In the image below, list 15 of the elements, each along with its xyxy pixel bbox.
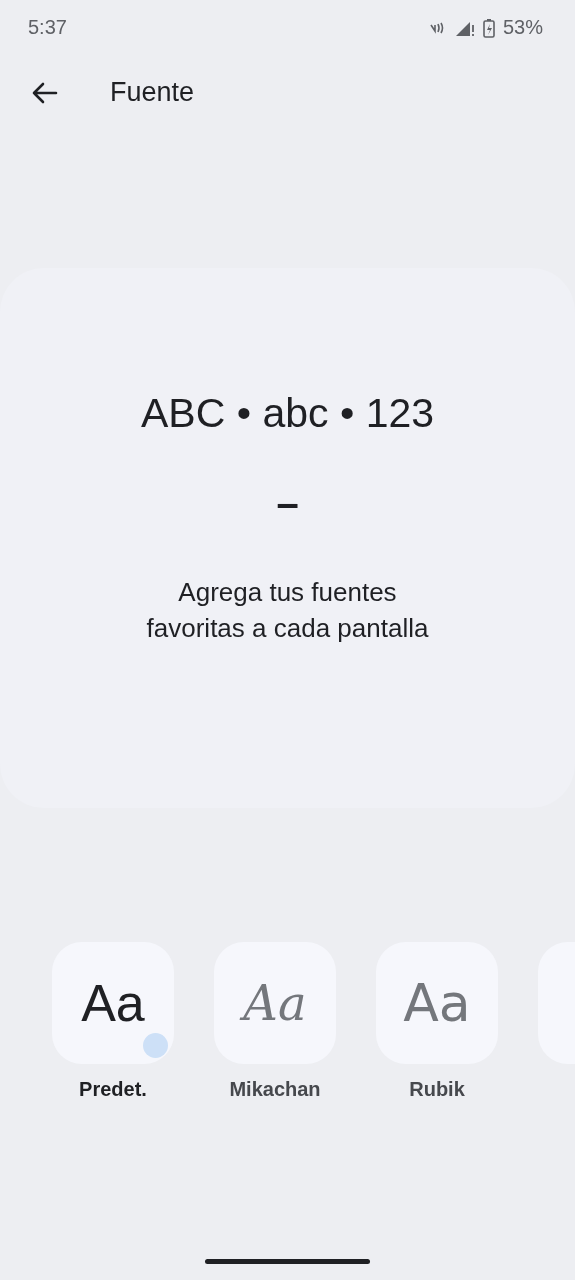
- font-label: Rubik: [409, 1078, 465, 1101]
- sample-text: ABC • abc • 123: [140, 390, 435, 437]
- preview-caption: Agrega tus fuentes favoritas a cada pantalla: [145, 576, 430, 645]
- font-tile[interactable]: Aa: [376, 942, 498, 1064]
- page-title: Fuente: [110, 77, 195, 108]
- font-label: Predet.: [79, 1078, 147, 1101]
- divider-dash: –: [276, 481, 299, 526]
- back-arrow-icon: [30, 80, 58, 105]
- status-time: 5:37: [28, 16, 67, 39]
- battery-icon: [482, 17, 495, 38]
- font-tile[interactable]: Aa: [214, 942, 336, 1064]
- font-tile[interactable]: Aa: [52, 942, 174, 1064]
- battery-level: 53%: [502, 16, 543, 39]
- font-label: Mikachan: [229, 1078, 321, 1101]
- selected-dot: [143, 1033, 168, 1058]
